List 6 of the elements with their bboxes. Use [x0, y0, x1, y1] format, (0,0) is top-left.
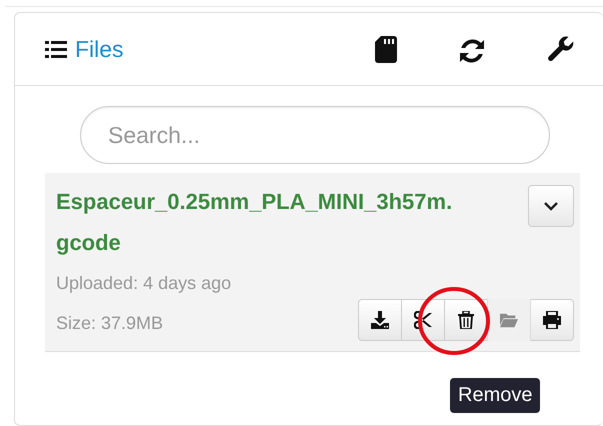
file-size: Size: 37.9MB [56, 312, 164, 335]
file-name: Espaceur_0.25mm_PLA_MINI_3h57m.gcode [56, 188, 454, 257]
upload-date: Uploaded: 4 days ago [56, 272, 232, 295]
tooltip: Remove [450, 378, 540, 413]
panel-title[interactable]: Files [75, 36, 124, 62]
search-field[interactable]: Search... [80, 106, 550, 164]
